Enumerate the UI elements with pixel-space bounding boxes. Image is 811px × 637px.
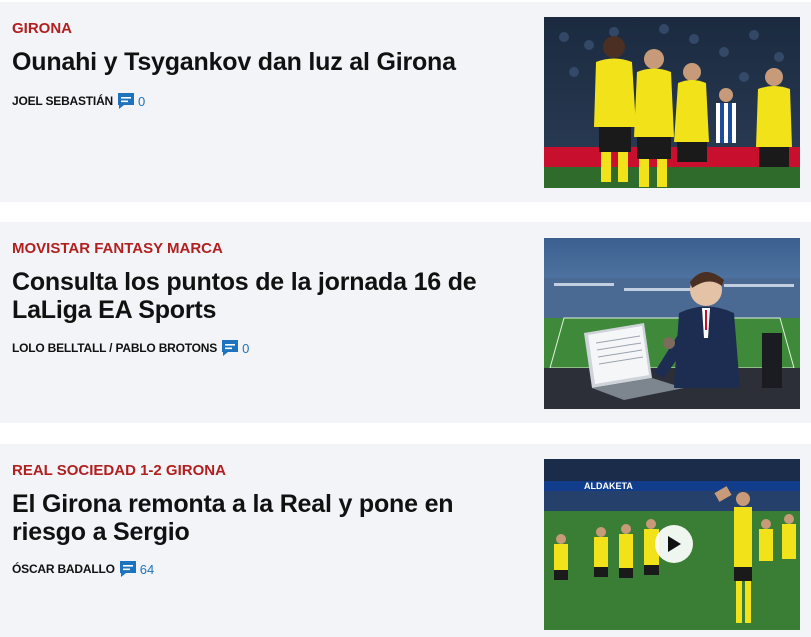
comments-link[interactable]: 64	[118, 560, 154, 578]
article-meta: LOLO BELLTALL / PABLO BROTONS 0	[12, 339, 249, 357]
article-kicker[interactable]: MOVISTAR FANTASY MARCA	[12, 240, 223, 257]
article-card[interactable]: MOVISTAR FANTASY MARCA Consulta los punt…	[0, 222, 811, 423]
article-headline[interactable]: Ounahi y Tsyganko​v dan luz al Girona	[12, 48, 532, 76]
article-headline[interactable]: Consulta los puntos de la jornada 16 de …	[12, 268, 532, 324]
article-author[interactable]: LOLO BELLTALL / PABLO BROTONS	[12, 341, 217, 355]
comment-count: 0	[242, 340, 250, 356]
play-icon	[668, 536, 681, 552]
article-card[interactable]: REAL SOCIEDAD 1-2 GIRONA El Girona remon…	[0, 444, 811, 637]
article-card[interactable]: GIRONA Ounahi y Tsyganko​v dan luz al Gi…	[0, 2, 811, 202]
comment-icon	[118, 93, 134, 109]
comments-link[interactable]: 0	[116, 92, 145, 110]
article-thumbnail[interactable]: ALDAKETA	[544, 459, 800, 630]
article-headline[interactable]: El Girona remonta a la Real y pone en ri…	[12, 490, 532, 546]
article-kicker[interactable]: GIRONA	[12, 20, 72, 37]
play-video-button[interactable]	[655, 525, 693, 563]
comment-icon	[222, 340, 239, 356]
article-meta: JOEL SEBASTIÁN 0	[12, 92, 145, 110]
comments-link[interactable]: 0	[220, 339, 249, 357]
article-thumbnail[interactable]	[544, 17, 800, 188]
article-author[interactable]: ÓSCAR BADALLO	[12, 562, 115, 576]
analyst-illustration-image	[544, 238, 800, 409]
article-author[interactable]: JOEL SEBASTIÁN	[12, 94, 113, 108]
article-thumbnail[interactable]	[544, 238, 800, 409]
comment-count: 64	[139, 561, 155, 577]
comment-count: 0	[138, 93, 146, 109]
girona-players-image	[544, 17, 800, 188]
article-meta: ÓSCAR BADALLO 64	[12, 560, 154, 578]
board-text: ALDAKETA	[584, 481, 633, 491]
comment-icon	[119, 561, 136, 577]
article-kicker[interactable]: REAL SOCIEDAD 1-2 GIRONA	[12, 462, 226, 479]
